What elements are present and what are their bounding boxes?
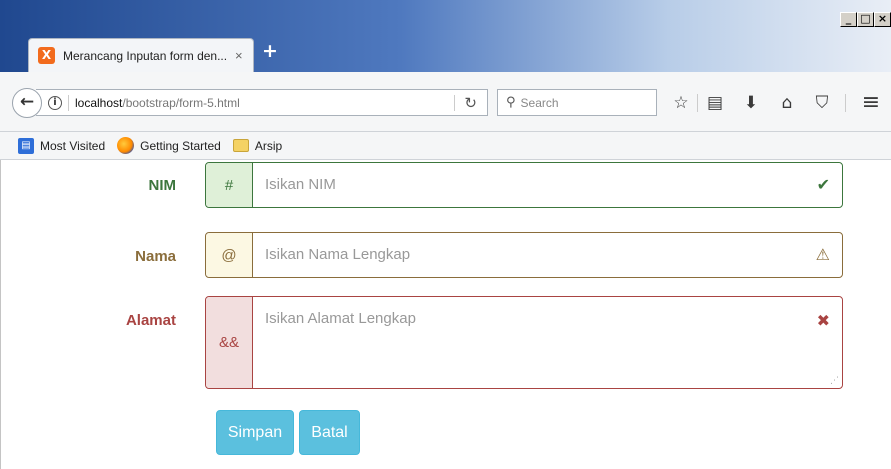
nim-addon: # [206,163,253,207]
browser-tab-active[interactable]: X Merancang Inputan form den... × [28,38,254,72]
alamat-input-group: && Isikan Alamat Lengkap ✖ ⋰ [205,296,843,389]
alamat-textarea[interactable]: Isikan Alamat Lengkap ✖ ⋰ [253,297,842,388]
maximize-button[interactable]: □ [857,12,874,27]
save-button[interactable]: Simpan [216,410,294,455]
pocket-icon[interactable]: ⛉ [811,92,833,114]
search-placeholder: Search [520,95,559,110]
checkmark-icon: ✔ [816,175,830,194]
nim-input[interactable]: Isikan NIM ✔ [253,163,842,207]
menu-icon[interactable]: ≡ [860,92,882,114]
minimize-button[interactable]: _ [840,12,857,27]
nim-input-group: # Isikan NIM ✔ [205,162,843,208]
nama-placeholder: Isikan Nama Lengkap [265,246,411,263]
nim-label: NIM [148,177,177,194]
tab-close-icon[interactable]: × [235,48,243,63]
home-icon[interactable]: ⌂ [776,92,798,114]
nama-label: Nama [135,248,176,265]
site-info-icon[interactable]: i [48,95,62,110]
url-bar[interactable]: i localhost/bootstrap/form-5.html ↻ [36,89,488,116]
bookmark-most-visited[interactable]: ▤ Most Visited [18,137,106,154]
downloads-icon[interactable]: ⬇ [740,92,762,114]
bookmark-star-icon[interactable]: ☆ [670,92,692,114]
cancel-button[interactable]: Batal [299,410,360,455]
navigation-toolbar: i localhost/bootstrap/form-5.html ↻ ← ⚲ … [0,72,891,132]
tab-title: Merancang Inputan form den... [63,48,228,63]
url-host: localhost [75,95,123,110]
nim-placeholder: Isikan NIM [265,176,336,193]
warning-icon: ⚠ [815,245,830,264]
folder-icon [232,139,249,152]
bookmark-getting-started[interactable]: Getting Started [117,137,221,154]
nama-addon: @ [206,233,253,277]
reload-icon[interactable]: ↻ [464,94,477,112]
bookmarks-toolbar: ▤ Most Visited Getting Started Arsip [0,132,891,160]
bookmarks-library-icon[interactable]: ▤ [704,92,726,114]
nama-input-group: @ Isikan Nama Lengkap ⚠ [205,232,843,278]
resize-handle-icon[interactable]: ⋰ [830,376,839,386]
toolbar-separator [845,94,846,112]
new-tab-button[interactable]: + [262,40,278,62]
url-separator [68,94,69,111]
window-titlebar: _ □ × X Merancang Inputan form den... × … [0,0,891,80]
close-window-button[interactable]: × [874,12,891,27]
url-path: /bootstrap/form-5.html [122,95,240,110]
error-x-icon: ✖ [816,311,830,330]
page-content: NIM # Isikan NIM ✔ Nama @ Isikan Nama Le… [0,160,891,469]
bookmark-label: Getting Started [140,138,221,153]
bookmark-label: Arsip [254,138,283,153]
url-divider [454,95,455,111]
nama-input[interactable]: Isikan Nama Lengkap ⚠ [253,233,842,277]
bookmark-label: Most Visited [40,138,106,153]
alamat-placeholder: Isikan Alamat Lengkap [265,310,416,327]
firefox-icon [117,137,135,154]
alamat-addon: && [206,297,253,388]
search-input[interactable]: ⚲ Search [497,89,657,116]
xampp-favicon-icon: X [38,47,55,64]
search-icon: ⚲ [506,95,516,110]
most-visited-icon: ▤ [18,137,34,154]
bookmark-arsip[interactable]: Arsip [232,138,283,153]
toolbar-separator [697,94,698,112]
alamat-label: Alamat [125,312,176,329]
back-button[interactable]: ← [12,88,42,118]
window-controls: _ □ × [840,12,891,27]
